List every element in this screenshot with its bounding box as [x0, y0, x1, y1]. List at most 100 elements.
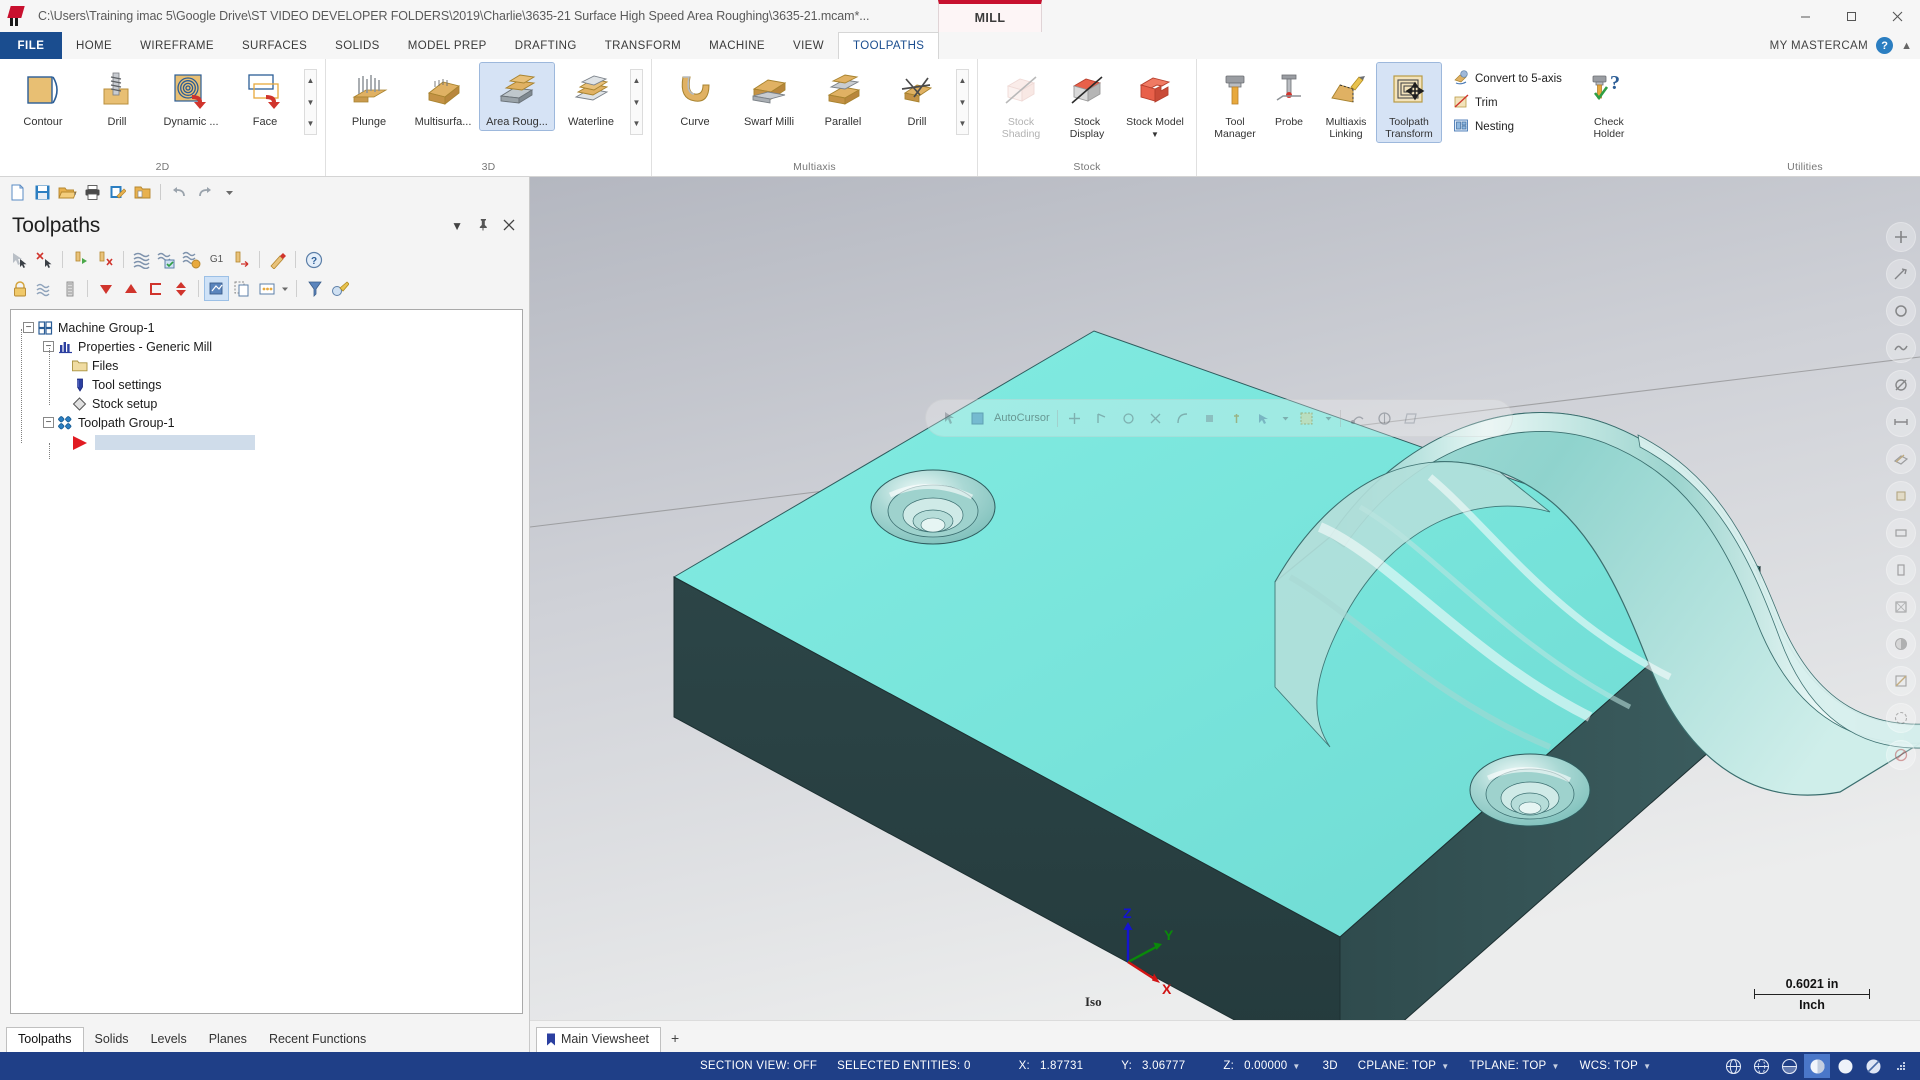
regenerate-selected-icon[interactable] [69, 248, 92, 271]
wireframe-icon[interactable] [1886, 592, 1916, 622]
ribbon-button-waterline[interactable]: Waterline [554, 63, 628, 130]
deselect-all-toolpaths-icon[interactable] [33, 248, 56, 271]
ribbon-button-multiaxis-drill[interactable]: Drill [880, 63, 954, 130]
customize-qat-icon[interactable] [218, 181, 240, 203]
hidden-lines-icon[interactable] [1748, 1054, 1774, 1078]
menu-view[interactable]: VIEW [779, 32, 838, 59]
dropdown-icon[interactable] [1281, 408, 1290, 428]
expand-gallery-icon[interactable]: ▼ [957, 113, 968, 134]
translucency-icon[interactable] [1886, 703, 1916, 733]
expand-gallery-icon[interactable]: ▼ [305, 113, 316, 134]
ribbon-button-parallel[interactable]: Parallel [806, 63, 880, 130]
autocursor-icon[interactable] [940, 408, 960, 428]
shaded-wireframe-icon[interactable] [1776, 1054, 1802, 1078]
close-icon[interactable] [1874, 0, 1920, 32]
scroll-up-icon[interactable]: ▲ [631, 70, 642, 91]
menu-file[interactable]: FILE [0, 32, 62, 59]
tab-levels[interactable]: Levels [140, 1028, 198, 1052]
edit-file-icon[interactable] [106, 181, 128, 203]
post-g1-icon[interactable]: G1 [205, 248, 228, 271]
shading-icon[interactable] [1402, 408, 1422, 428]
undo-icon[interactable] [168, 181, 190, 203]
add-viewsheet-button[interactable]: + [661, 1026, 689, 1052]
ribbon-button-curve[interactable]: Curve [658, 63, 732, 130]
simulate-icon[interactable] [180, 248, 203, 271]
ribbon-button-multiaxis-linking[interactable]: Multiaxis Linking [1315, 63, 1377, 142]
ribbon-button-stock-shading[interactable]: Stock Shading [988, 63, 1054, 142]
verify-icon[interactable] [155, 248, 178, 271]
mill-document-tab[interactable]: MILL [938, 0, 1042, 32]
status-tplane[interactable]: TPLANE: TOP ▼ [1459, 1060, 1569, 1072]
status-cplane[interactable]: CPLANE: TOP ▼ [1348, 1060, 1460, 1072]
ribbon-button-multisurface[interactable]: Multisurfa... [406, 63, 480, 130]
ribbon-scroller-multiaxis[interactable]: ▲ ▼ ▼ [956, 69, 969, 135]
ribbon-button-probe[interactable]: Probe [1263, 63, 1315, 130]
ribbon-button-area-roughing[interactable]: Area Roug... [479, 62, 555, 131]
tree-node-files[interactable]: Files [19, 356, 522, 375]
ribbon-scroller-3d[interactable]: ▲ ▼ ▼ [630, 69, 643, 135]
scroll-down-icon[interactable]: ▼ [957, 92, 968, 113]
menu-surfaces[interactable]: SURFACES [228, 32, 321, 59]
expand-gallery-icon[interactable]: ▼ [631, 113, 642, 134]
quadrant-icon[interactable] [1173, 408, 1193, 428]
ribbon-button-nesting[interactable]: Nesting [1449, 115, 1568, 139]
scroll-down-icon[interactable]: ▼ [631, 92, 642, 113]
menu-solids[interactable]: SOLIDS [321, 32, 394, 59]
tab-recent-functions[interactable]: Recent Functions [258, 1028, 377, 1052]
midpoint-icon[interactable] [1092, 408, 1112, 428]
ribbon-button-tool-manager[interactable]: Tool Manager [1207, 63, 1263, 142]
viewport-right-toolbar[interactable] [1886, 222, 1916, 770]
menu-machine[interactable]: MACHINE [695, 32, 779, 59]
tree-node-stock-setup[interactable]: Stock setup [19, 394, 522, 413]
ribbon-button-toolpath-transform[interactable]: Toolpath Transform [1376, 62, 1442, 143]
save-icon[interactable] [31, 181, 53, 203]
toolpath-group-icon[interactable] [144, 277, 167, 300]
isometric-view-icon[interactable] [1886, 444, 1916, 474]
menu-transform[interactable]: TRANSFORM [591, 32, 695, 59]
nearest-icon[interactable] [1254, 408, 1274, 428]
ribbon-button-swarf-milling[interactable]: Swarf Milli [732, 63, 806, 130]
lock-icon[interactable] [8, 277, 31, 300]
dynamic-rotate-icon[interactable] [1886, 333, 1916, 363]
menu-drafting[interactable]: DRAFTING [501, 32, 591, 59]
toggle-posting-icon[interactable] [33, 277, 56, 300]
chevron-up-icon[interactable]: ▲ [1901, 40, 1912, 52]
pan-icon[interactable] [1886, 370, 1916, 400]
menu-home[interactable]: HOME [62, 32, 126, 59]
resize-grip-icon[interactable] [1888, 1054, 1914, 1078]
menu-wireframe[interactable]: WIREFRAME [126, 32, 228, 59]
viewport-floating-toolbar[interactable]: AutoCursor [925, 399, 1513, 437]
tree-node-tool-settings[interactable]: Tool settings [19, 375, 522, 394]
along-icon[interactable] [1227, 408, 1247, 428]
ribbon-button-plunge[interactable]: Plunge [332, 63, 406, 130]
move-down-icon[interactable] [94, 277, 117, 300]
expander-icon[interactable]: − [23, 322, 34, 333]
status-section-view[interactable]: SECTION VIEW: OFF [690, 1060, 827, 1072]
folder-properties-icon[interactable] [131, 181, 153, 203]
close-icon[interactable] [503, 219, 515, 234]
ribbon-button-contour[interactable]: Contour [6, 63, 80, 130]
ribbon-scroller-2d[interactable]: ▲ ▼ ▼ [304, 69, 317, 135]
relative-icon[interactable] [1375, 408, 1395, 428]
select-icon[interactable] [967, 408, 987, 428]
my-mastercam-link[interactable]: MY MASTERCAM [1770, 40, 1869, 52]
section-icon[interactable] [1886, 666, 1916, 696]
high-speed-toolpath-icon[interactable] [230, 248, 253, 271]
chevron-down-icon[interactable]: ▼ [1151, 130, 1159, 139]
tree-node-machine-group[interactable]: − Machine Group-1 [19, 318, 522, 337]
ribbon-button-drill[interactable]: Drill [80, 63, 154, 130]
new-file-icon[interactable] [6, 181, 28, 203]
minimize-icon[interactable] [1782, 0, 1828, 32]
center-icon[interactable] [1119, 408, 1139, 428]
ribbon-button-stock-model[interactable]: Stock Model ▼ [1120, 63, 1190, 143]
status-3d-mode[interactable]: 3D [1311, 1060, 1348, 1072]
zoom-window-icon[interactable] [1886, 259, 1916, 289]
ribbon-button-face[interactable]: Face [228, 63, 302, 130]
maximize-icon[interactable] [1828, 0, 1874, 32]
select-all-toolpaths-icon[interactable] [8, 248, 31, 271]
regenerate-invalid-icon[interactable] [94, 248, 117, 271]
graphics-viewport[interactable]: AutoCursor Z Y X Iso 0.6021 in Inch Main… [530, 177, 1920, 1052]
right-view-icon[interactable] [1886, 555, 1916, 585]
shaded-icon[interactable] [1886, 629, 1916, 659]
dropdown-icon[interactable] [1324, 408, 1333, 428]
